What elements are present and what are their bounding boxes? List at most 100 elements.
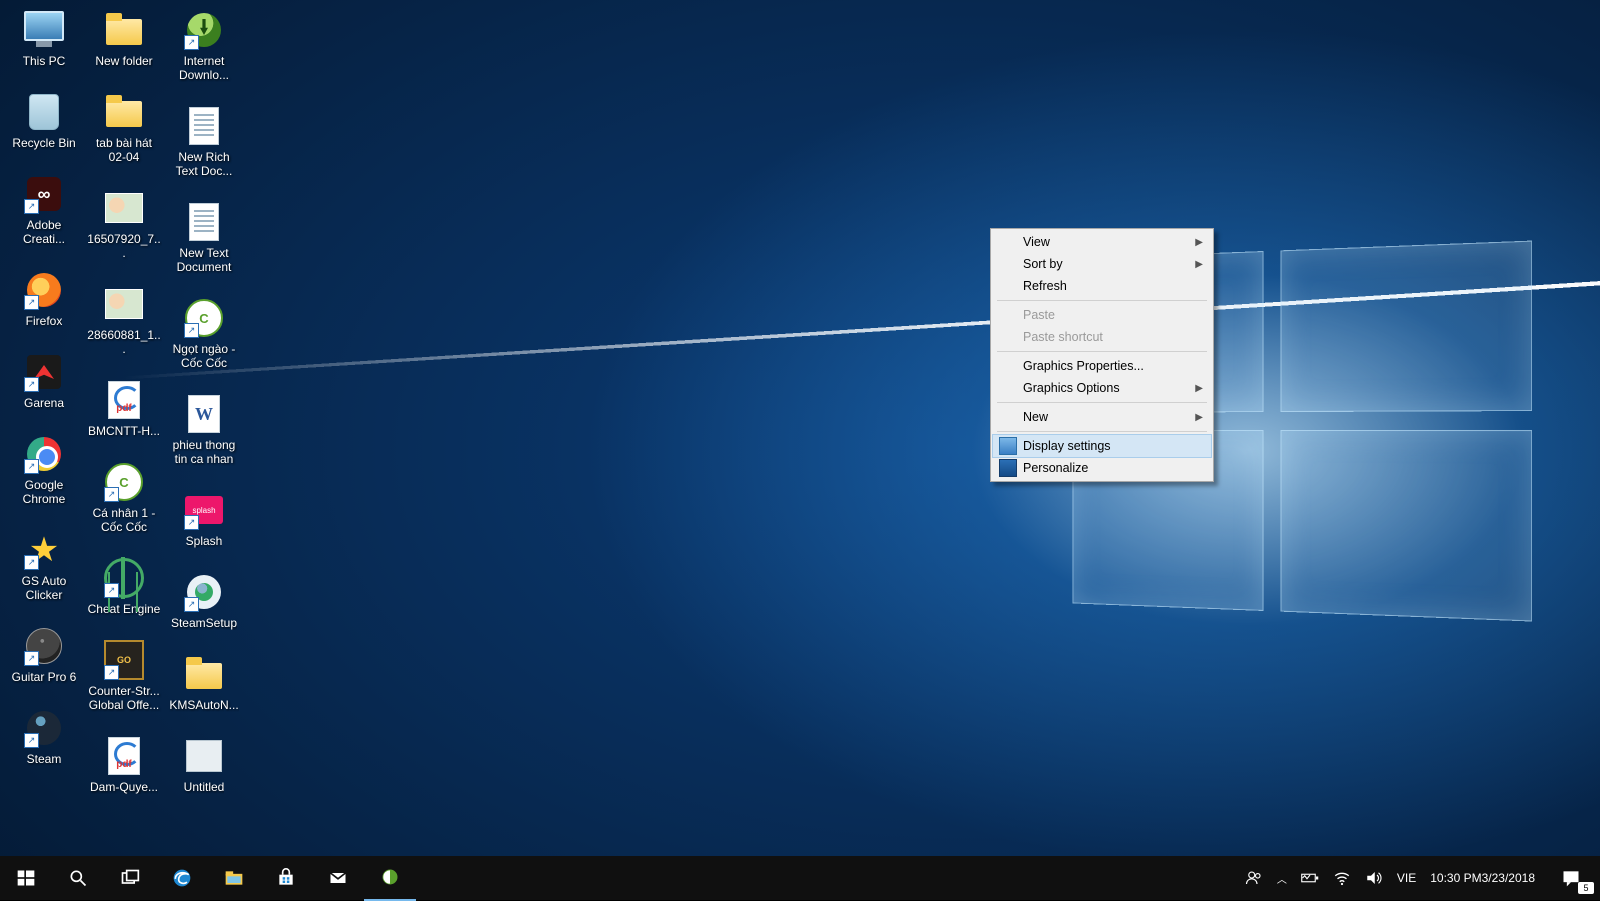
icon-gs-auto-clicker[interactable]: ★↗GS Auto Clicker: [4, 526, 84, 608]
shortcut-arrow-icon: ↗: [104, 487, 119, 502]
menu-item-new[interactable]: New▶: [993, 406, 1211, 428]
menu-label: Sort by: [1023, 257, 1063, 271]
menu-item-display-settings[interactable]: Display settings: [993, 435, 1211, 457]
shortcut-arrow-icon: ↗: [184, 597, 199, 612]
task-view-button[interactable]: [104, 856, 156, 900]
icon-garena[interactable]: ↗ Garena: [4, 348, 84, 416]
recycle-bin-icon: [29, 94, 59, 130]
icon-dam-quye-pdf[interactable]: Dam-Quye...: [84, 732, 164, 800]
menu-separator: [997, 431, 1207, 432]
menu-item-graphics-properties[interactable]: Graphics Properties...: [993, 355, 1211, 377]
taskbar-app-explorer[interactable]: [208, 856, 260, 900]
clock-date: 3/23/2018: [1482, 871, 1535, 885]
icon-guitar-pro[interactable]: ↗Guitar Pro 6: [4, 622, 84, 690]
tray-volume[interactable]: [1358, 856, 1390, 900]
tray-show-hidden[interactable]: ︿: [1270, 856, 1294, 900]
icon-label: New Rich Text Doc...: [166, 150, 242, 178]
menu-item-view[interactable]: View▶: [993, 231, 1211, 253]
icon-bmcntt-pdf[interactable]: BMCNTT-H...: [84, 376, 164, 444]
menu-item-personalize[interactable]: Personalize: [993, 457, 1211, 479]
taskbar-app-mail[interactable]: [312, 856, 364, 900]
icon-untitled[interactable]: Untitled: [164, 732, 244, 800]
shortcut-arrow-icon: ↗: [104, 583, 119, 598]
search-icon: [68, 868, 88, 888]
icon-phieu-doc[interactable]: Wphieu thong tin ca nhan: [164, 390, 244, 472]
notification-badge: 5: [1578, 882, 1594, 894]
shortcut-arrow-icon: ↗: [184, 515, 199, 530]
icon-chrome[interactable]: ↗Google Chrome: [4, 430, 84, 512]
icon-label: This PC: [23, 54, 66, 68]
icon-label: 28660881_1...: [86, 328, 162, 356]
volume-icon: [1365, 869, 1383, 887]
desktop-context-menu: View▶ Sort by▶ Refresh Paste Paste short…: [990, 228, 1214, 482]
icon-steam[interactable]: ↗Steam: [4, 704, 84, 772]
submenu-arrow-icon: ▶: [1195, 383, 1203, 394]
icon-firefox[interactable]: ↗Firefox: [4, 266, 84, 334]
tray-action-center[interactable]: 5: [1542, 856, 1600, 900]
menu-separator: [997, 402, 1207, 403]
icon-label: New folder: [95, 54, 152, 68]
image-icon: [105, 289, 143, 319]
menu-item-sort-by[interactable]: Sort by▶: [993, 253, 1211, 275]
icon-kmsauto[interactable]: KMSAutoN...: [164, 650, 244, 718]
icon-rtf[interactable]: New Rich Text Doc...: [164, 102, 244, 184]
desktop-icons: This PC Recycle Bin ∞↗Adobe Creati... ↗F…: [4, 6, 244, 800]
document-icon: [189, 203, 219, 241]
taskbar-app-coccoc[interactable]: [364, 855, 416, 901]
windows-logo-icon: [16, 868, 36, 888]
menu-item-refresh[interactable]: Refresh: [993, 275, 1211, 297]
taskbar-app-store[interactable]: [260, 856, 312, 900]
shortcut-arrow-icon: ↗: [184, 323, 199, 338]
shortcut-arrow-icon: ↗: [24, 733, 39, 748]
tray-ime[interactable]: VIE: [1390, 856, 1423, 900]
taskbar-app-edge[interactable]: [156, 856, 208, 900]
shortcut-arrow-icon: ↗: [24, 377, 39, 392]
icon-label: GS Auto Clicker: [6, 574, 82, 602]
taskbar: ︿ VIE 10:30 PM 3/23/2018 5: [0, 856, 1600, 900]
menu-label: Graphics Properties...: [1023, 359, 1144, 373]
menu-label: New: [1023, 410, 1048, 424]
icon-tab-bai-hat[interactable]: tab bài hát 02-04: [84, 88, 164, 170]
icon-label: Garena: [24, 396, 64, 410]
menu-item-graphics-options[interactable]: Graphics Options▶: [993, 377, 1211, 399]
menu-item-paste: Paste: [993, 304, 1211, 326]
icon-ngotngao[interactable]: C↗Ngọt ngào - Cốc Cốc: [164, 294, 244, 376]
icon-adobe-cc[interactable]: ∞↗Adobe Creati...: [4, 170, 84, 252]
icon-label: Recycle Bin: [12, 136, 75, 150]
word-doc-icon: W: [188, 395, 220, 433]
search-button[interactable]: [52, 856, 104, 900]
task-view-icon: [120, 868, 140, 888]
icon-label: New Text Document: [166, 246, 242, 274]
document-icon: [189, 107, 219, 145]
icon-image-1[interactable]: 16507920_7...: [84, 184, 164, 266]
icon-splash[interactable]: splash↗Splash: [164, 486, 244, 554]
icon-new-folder[interactable]: New folder: [84, 6, 164, 74]
icon-txt[interactable]: New Text Document: [164, 198, 244, 280]
menu-separator: [997, 300, 1207, 301]
start-button[interactable]: [0, 856, 52, 900]
tray-clock[interactable]: 10:30 PM 3/23/2018: [1423, 856, 1542, 900]
folder-icon: [106, 101, 142, 127]
icon-cheat-engine[interactable]: ↗Cheat Engine: [84, 554, 164, 622]
icon-this-pc[interactable]: This PC: [4, 6, 84, 74]
icon-csgo[interactable]: GO↗Counter-Str... Global Offe...: [84, 636, 164, 718]
tray-people[interactable]: [1238, 856, 1270, 900]
icon-label: Untitled: [184, 780, 225, 794]
shortcut-arrow-icon: ↗: [24, 459, 39, 474]
icon-canhan-coccoc[interactable]: C↗Cá nhân 1 - Cốc Cốc: [84, 458, 164, 540]
tray-network[interactable]: [1326, 856, 1358, 900]
system-tray: ︿ VIE 10:30 PM 3/23/2018 5: [1238, 856, 1600, 900]
image-icon: [105, 193, 143, 223]
shortcut-arrow-icon: ↗: [184, 35, 199, 50]
icon-label: Splash: [186, 534, 223, 548]
icon-idm[interactable]: ↗Internet Downlo...: [164, 6, 244, 88]
display-settings-icon: [999, 437, 1017, 455]
tray-power[interactable]: [1294, 856, 1326, 900]
icon-label: Ngọt ngào - Cốc Cốc: [166, 342, 242, 370]
ime-label: VIE: [1397, 871, 1416, 885]
pdf-icon: [108, 381, 140, 419]
icon-recycle-bin[interactable]: Recycle Bin: [4, 88, 84, 156]
icon-image-2[interactable]: 28660881_1...: [84, 280, 164, 362]
icon-steamsetup[interactable]: ↗SteamSetup: [164, 568, 244, 636]
menu-label: Display settings: [1023, 439, 1111, 453]
